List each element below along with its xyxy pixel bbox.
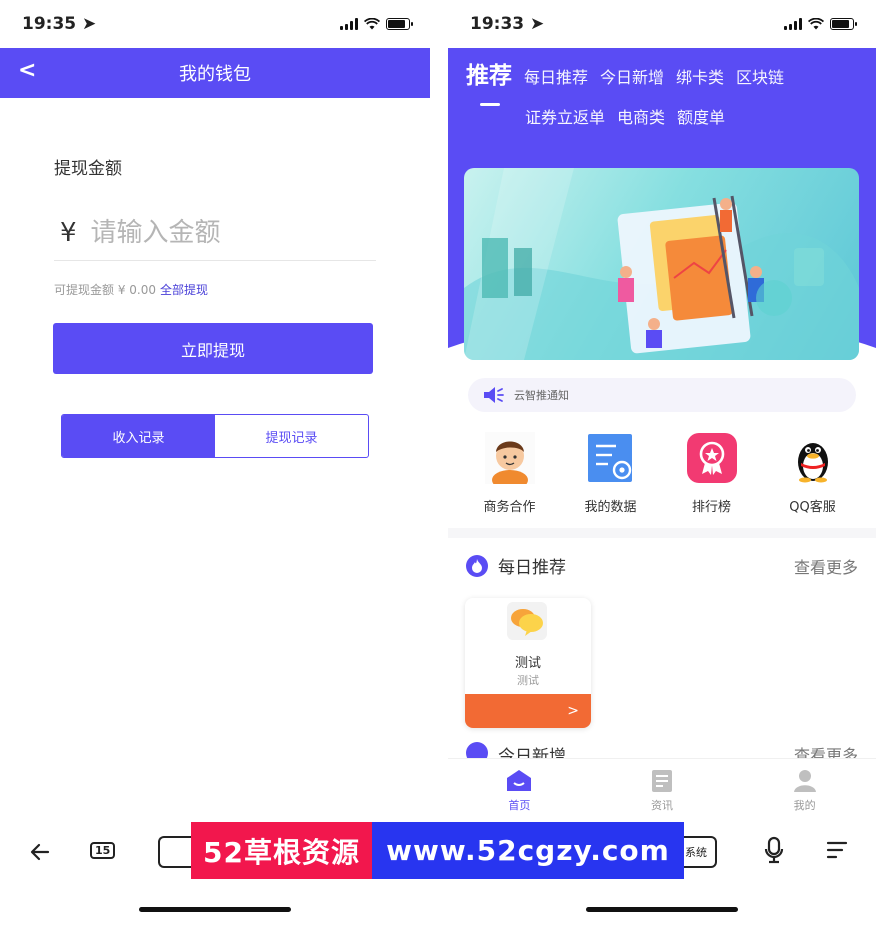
wifi-icon bbox=[808, 18, 824, 30]
tab-withdraw-records[interactable]: 提现记录 bbox=[215, 415, 368, 457]
home-indicator bbox=[139, 907, 291, 912]
recommend-card[interactable]: 测试 测试 > bbox=[465, 598, 591, 728]
signal-icon bbox=[340, 18, 358, 30]
status-icons bbox=[784, 18, 857, 30]
tab-credit-limit[interactable]: 额度单 bbox=[677, 104, 725, 128]
status-time: 19:35 ➤ bbox=[22, 14, 97, 34]
microphone-icon[interactable] bbox=[764, 836, 784, 864]
available-text: 可提现金额 ¥ 0.00 bbox=[54, 283, 156, 297]
wallet-screen: 19:35 ➤ < 我的钱包 提现金额 ¥ 可提现金额 ¥ 0.00 全部提现 立… bbox=[0, 0, 430, 928]
page-title: 我的钱包 bbox=[179, 64, 251, 85]
tab-recommend[interactable]: 推荐 bbox=[466, 56, 512, 106]
hero-header: 推荐 每日推荐 今日新增 绑卡类 区块链 证券立返单 电商类 额度单 bbox=[448, 48, 876, 370]
tab-ecommerce[interactable]: 电商类 bbox=[617, 104, 665, 128]
user-icon bbox=[793, 770, 816, 792]
nav-news[interactable]: 资讯 bbox=[591, 759, 734, 818]
ranking-ribbon-icon bbox=[686, 432, 737, 484]
withdraw-all-link[interactable]: 全部提现 bbox=[160, 283, 208, 297]
wallet-header: < 我的钱包 bbox=[0, 48, 430, 98]
news-icon bbox=[652, 770, 672, 792]
section-title: 每日推荐 bbox=[498, 558, 566, 578]
action-my-data[interactable]: 我的数据 bbox=[560, 432, 661, 515]
action-label: QQ客服 bbox=[789, 500, 836, 515]
watermark-banner: 52草根资源 www.52cgzy.com bbox=[191, 822, 684, 879]
nav-label: 首页 bbox=[508, 799, 531, 812]
home-screen: 19:33 ➤ 推荐 每日推荐 今日新增 绑卡类 区块链 证券立返单 电商类 额… bbox=[448, 0, 876, 928]
battery-icon bbox=[386, 18, 413, 30]
bottom-nav: 首页 资讯 我的 bbox=[448, 758, 876, 818]
category-tabs: 推荐 每日推荐 今日新增 绑卡类 区块链 证券立返单 电商类 额度单 bbox=[466, 56, 866, 128]
notice-bar[interactable]: 云智推通知 bbox=[468, 378, 856, 412]
menu-icon[interactable] bbox=[826, 840, 848, 860]
watermark-right-text: www.52cgzy.com bbox=[372, 822, 684, 879]
amount-field-row: ¥ bbox=[54, 205, 376, 261]
data-document-icon bbox=[586, 432, 636, 484]
currency-symbol: ¥ bbox=[60, 217, 77, 248]
action-label: 排行榜 bbox=[691, 500, 731, 515]
browser-back-icon[interactable] bbox=[28, 840, 52, 864]
home-indicator bbox=[586, 907, 738, 912]
nav-label: 我的 bbox=[793, 799, 816, 812]
action-label: 我的数据 bbox=[584, 500, 637, 515]
qq-penguin-icon bbox=[788, 432, 838, 484]
tab-blockchain[interactable]: 区块链 bbox=[736, 64, 784, 88]
watermark-left-text: 52草根资源 bbox=[191, 822, 372, 879]
flame-icon bbox=[466, 554, 488, 577]
status-bar: 19:35 ➤ bbox=[22, 10, 413, 38]
nav-home[interactable]: 首页 bbox=[448, 759, 591, 818]
tab-count: 15 bbox=[90, 842, 116, 859]
banner-illustration bbox=[464, 168, 859, 360]
chat-bubbles-icon bbox=[507, 602, 547, 640]
signal-icon bbox=[784, 18, 802, 30]
tab-income-records[interactable]: 收入记录 bbox=[62, 415, 215, 457]
card-subtitle: 测试 bbox=[517, 674, 539, 687]
back-button[interactable]: < bbox=[18, 58, 36, 83]
tab-bind-card[interactable]: 绑卡类 bbox=[676, 64, 724, 88]
action-business[interactable]: 商务合作 bbox=[459, 432, 560, 515]
amount-label: 提现金额 bbox=[54, 159, 122, 179]
action-ranking[interactable]: 排行榜 bbox=[661, 432, 762, 515]
browser-tabs-button[interactable]: 15 bbox=[90, 840, 116, 859]
browser-button-label: 系统 bbox=[685, 846, 707, 859]
promo-banner[interactable] bbox=[464, 168, 859, 360]
status-bar: 19:33 ➤ bbox=[470, 10, 857, 38]
notice-text: 云智推通知 bbox=[514, 389, 569, 402]
tab-today-new[interactable]: 今日新增 bbox=[600, 64, 664, 88]
business-avatar-icon bbox=[484, 432, 535, 484]
home-icon bbox=[507, 770, 532, 791]
quick-actions: 商务合作 我的数据 排行榜 QQ客服 bbox=[448, 432, 876, 515]
wifi-icon bbox=[364, 18, 380, 30]
tab-daily-recommend[interactable]: 每日推荐 bbox=[524, 64, 588, 88]
amount-input[interactable] bbox=[90, 217, 351, 248]
action-label: 商务合作 bbox=[483, 500, 536, 515]
available-balance: 可提现金额 ¥ 0.00 全部提现 bbox=[54, 281, 208, 298]
daily-recommend-header: 每日推荐 查看更多 bbox=[466, 553, 858, 578]
status-icons bbox=[340, 18, 413, 30]
card-title: 测试 bbox=[514, 656, 541, 671]
nav-mine[interactable]: 我的 bbox=[733, 759, 876, 818]
action-qq-service[interactable]: QQ客服 bbox=[762, 432, 863, 515]
tab-securities[interactable]: 证券立返单 bbox=[525, 104, 605, 128]
section-divider bbox=[448, 528, 876, 538]
battery-icon bbox=[830, 18, 857, 30]
nav-label: 资讯 bbox=[651, 799, 673, 812]
records-segmented-control: 收入记录 提现记录 bbox=[61, 414, 369, 458]
card-go-button[interactable]: > bbox=[465, 694, 591, 728]
see-more-link[interactable]: 查看更多 bbox=[794, 554, 858, 578]
status-time: 19:33 ➤ bbox=[470, 14, 545, 34]
withdraw-button[interactable]: 立即提现 bbox=[53, 323, 373, 374]
speaker-icon bbox=[484, 387, 504, 403]
